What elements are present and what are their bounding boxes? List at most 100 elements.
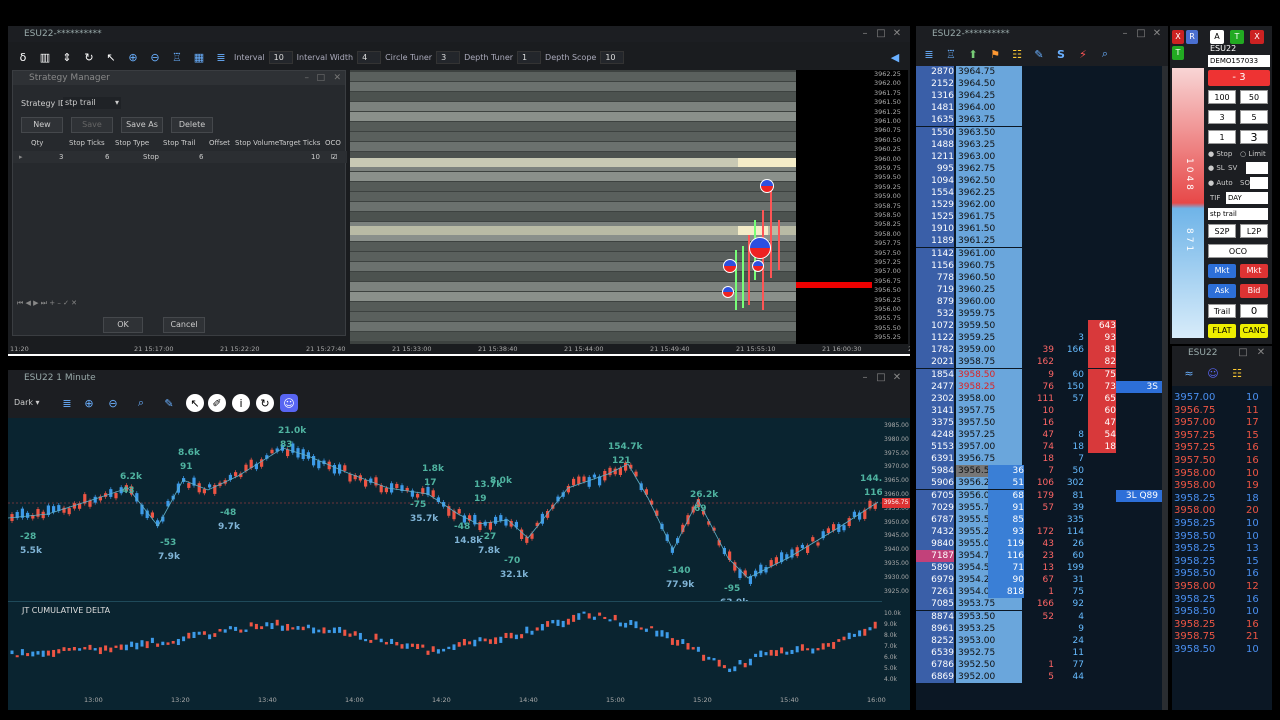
wrench-icon[interactable]: ✎ [160, 394, 178, 412]
dom-row[interactable]: 1189 3961.25 [916, 235, 1162, 248]
qty-input[interactable]: 3 [1240, 130, 1268, 144]
dom-row[interactable]: 1854 3958.50 9 60 75 [916, 368, 1162, 381]
chart-close-button[interactable]: ✕ [890, 370, 904, 386]
strategy-s-icon[interactable]: S [1052, 45, 1070, 63]
dom-row[interactable]: 1156 3960.75 [916, 259, 1162, 272]
dom-row[interactable]: 3141 3957.75 10 60 [916, 404, 1162, 417]
l2p-button[interactable]: L2P [1240, 224, 1268, 238]
dom-row[interactable]: 719 3960.25 [916, 283, 1162, 296]
cancel-all-button[interactable]: CANC [1240, 324, 1268, 338]
dom-row[interactable]: 1211 3963.00 [916, 150, 1162, 163]
vertical-arrows-icon[interactable]: ⇕ [58, 48, 76, 66]
table-nav-bar[interactable]: ⏮ ◀ ▶ ⏭ + – ✓ ✕ [17, 299, 77, 308]
sliders-icon[interactable]: ☷ [1228, 364, 1246, 382]
refresh-icon[interactable]: ↻ [256, 394, 274, 412]
auto-radio[interactable]: ● Auto [1208, 179, 1233, 187]
play-left-icon[interactable]: ◀ [886, 48, 904, 66]
dom-row[interactable]: 1122 3959.25 3 93 [916, 332, 1162, 345]
dom-row[interactable]: 6539 3952.75 11 [916, 646, 1162, 659]
bars-icon[interactable]: ▥ [36, 48, 54, 66]
close-button[interactable]: ✕ [890, 26, 904, 42]
dom-row[interactable]: 6979 3954.25 90 67 31 [916, 574, 1162, 587]
dom-row[interactable]: 7085 3953.75 166 92 [916, 598, 1162, 611]
t2-button[interactable]: T [1230, 30, 1244, 44]
new-button[interactable]: New [21, 117, 63, 133]
discord-icon[interactable]: ☺ [1204, 364, 1222, 382]
stop-radio[interactable]: ● Stop [1208, 150, 1232, 158]
dom-row[interactable]: 1094 3962.50 [916, 174, 1162, 187]
qty-preset-3[interactable]: 3 [1208, 110, 1236, 124]
dom-row[interactable]: 1488 3963.25 [916, 138, 1162, 151]
search-icon[interactable]: ⌕ [132, 394, 150, 412]
r-button[interactable]: R [1186, 30, 1198, 44]
cursor-icon[interactable]: ↖ [186, 394, 204, 412]
dom-row[interactable]: 1525 3961.75 [916, 211, 1162, 224]
chart-minimize-button[interactable]: – [858, 370, 872, 386]
time-sales-list[interactable]: 3957.00 10 3956.75 11 3957.00 17 3957.25 15 3957… [1172, 392, 1272, 710]
delta-icon[interactable]: δ [14, 48, 32, 66]
dom-row[interactable]: 5984 3956.50 36 7 50 [916, 465, 1162, 478]
dom-row[interactable]: 879 3960.00 [916, 295, 1162, 308]
account-select[interactable]: DEMO157033 [1208, 55, 1270, 67]
search-icon[interactable]: ⌕ [1096, 45, 1114, 63]
chart-maximize-button[interactable]: □ [874, 370, 888, 386]
dom-row[interactable]: 6391 3956.75 18 7 [916, 453, 1162, 466]
sl-radio[interactable]: ● SL [1208, 164, 1225, 172]
price-chart[interactable]: -28 5.5k 6.2k 43 -53 7.9k 8.6k 91 -48 9.7k 21.0k 83… [8, 418, 882, 602]
dom-row[interactable]: 1554 3962.25 [916, 187, 1162, 199]
s2p-button[interactable]: S2P [1208, 224, 1236, 238]
stop-ticks-cell[interactable]: 6 [105, 151, 109, 163]
dom-row[interactable]: 7432 3955.25 93 172 114 [916, 525, 1162, 538]
cursor-icon[interactable]: ↖ [102, 48, 120, 66]
dom-row[interactable]: 5153 3957.00 74 18 18 [916, 441, 1162, 454]
oco-checkbox-icon[interactable]: ☑ [331, 151, 337, 163]
strategy-table-row[interactable]: ▸ 3 6 Stop 6 10 ☑ [13, 151, 347, 163]
discord-icon[interactable]: ☺ [280, 394, 298, 412]
ts-maximize-button[interactable]: □ [1236, 346, 1250, 360]
buy-mkt-button[interactable]: Mkt [1208, 264, 1236, 278]
dom-row[interactable]: 6787 3955.50 85 335 [916, 513, 1162, 526]
dom-row[interactable]: 8961 3953.25 9 [916, 622, 1162, 635]
limit-radio[interactable]: ○ Limit [1240, 150, 1266, 158]
zoom-in-icon[interactable]: ⊕ [80, 394, 98, 412]
a-button[interactable]: A [1210, 30, 1224, 44]
dom-row[interactable]: 1072 3959.50 643 [916, 320, 1162, 333]
info-icon[interactable]: i [232, 394, 250, 412]
layers-icon[interactable]: ≣ [58, 394, 76, 412]
depth-scope-spinner[interactable]: 10 [600, 50, 625, 64]
buy-ask-button[interactable]: Ask [1208, 284, 1236, 298]
dom-row[interactable]: 7187 3954.75 116 23 60 [916, 550, 1162, 562]
delete-button[interactable]: Delete [171, 117, 213, 133]
depth-tuner-spinner[interactable]: 1 [517, 50, 542, 64]
dom-row[interactable]: 1910 3961.50 [916, 223, 1162, 236]
zoom-out-icon[interactable]: ⊖ [104, 394, 122, 412]
dom-minimize-button[interactable]: – [1118, 26, 1132, 42]
wrench-icon[interactable]: ✎ [1030, 45, 1048, 63]
dom-row[interactable]: 7029 3955.75 91 57 39 [916, 501, 1162, 514]
dom-row[interactable]: 1782 3959.00 39 166 81 [916, 344, 1162, 357]
dom-row[interactable]: 5890 3954.50 71 13 199 [916, 562, 1162, 575]
layers-icon[interactable]: ≣ [920, 45, 938, 63]
tooth-icon[interactable]: ♖ [942, 45, 960, 63]
dom-row[interactable]: 2302 3958.00 111 57 65 [916, 392, 1162, 405]
qty-preset-100[interactable]: 100 [1208, 90, 1236, 104]
dom-row[interactable]: 8252 3953.00 24 [916, 634, 1162, 647]
tif-select[interactable]: DAY [1226, 192, 1268, 204]
trade-icon[interactable]: ⚡ [1074, 45, 1092, 63]
dom-row[interactable]: 1142 3961.00 [916, 247, 1162, 260]
dom-row[interactable]: 2152 3964.50 [916, 78, 1162, 91]
stop-type-cell[interactable]: Stop [143, 151, 159, 163]
dom-row[interactable]: 6869 3952.00 5 44 [916, 671, 1162, 683]
close-x-icon[interactable]: X [1172, 30, 1184, 44]
zoom-out-icon[interactable]: ⊖ [146, 48, 164, 66]
layers-icon[interactable]: ≣ [212, 48, 230, 66]
qty-preset-1[interactable]: 1 [1208, 130, 1236, 144]
dom-row[interactable]: 9840 3955.00 119 43 26 [916, 537, 1162, 550]
sell-bid-button[interactable]: Bid [1240, 284, 1268, 298]
dom-row[interactable]: 8874 3953.50 52 4 [916, 610, 1162, 623]
zoom-in-icon[interactable]: ⊕ [124, 48, 142, 66]
theme-select[interactable]: Dark ▾ [12, 396, 52, 410]
strategy-id-select[interactable]: stp trail ▾ [63, 97, 121, 109]
dom-row[interactable]: 995 3962.75 [916, 162, 1162, 175]
dom-row[interactable]: 1316 3964.25 [916, 90, 1162, 103]
